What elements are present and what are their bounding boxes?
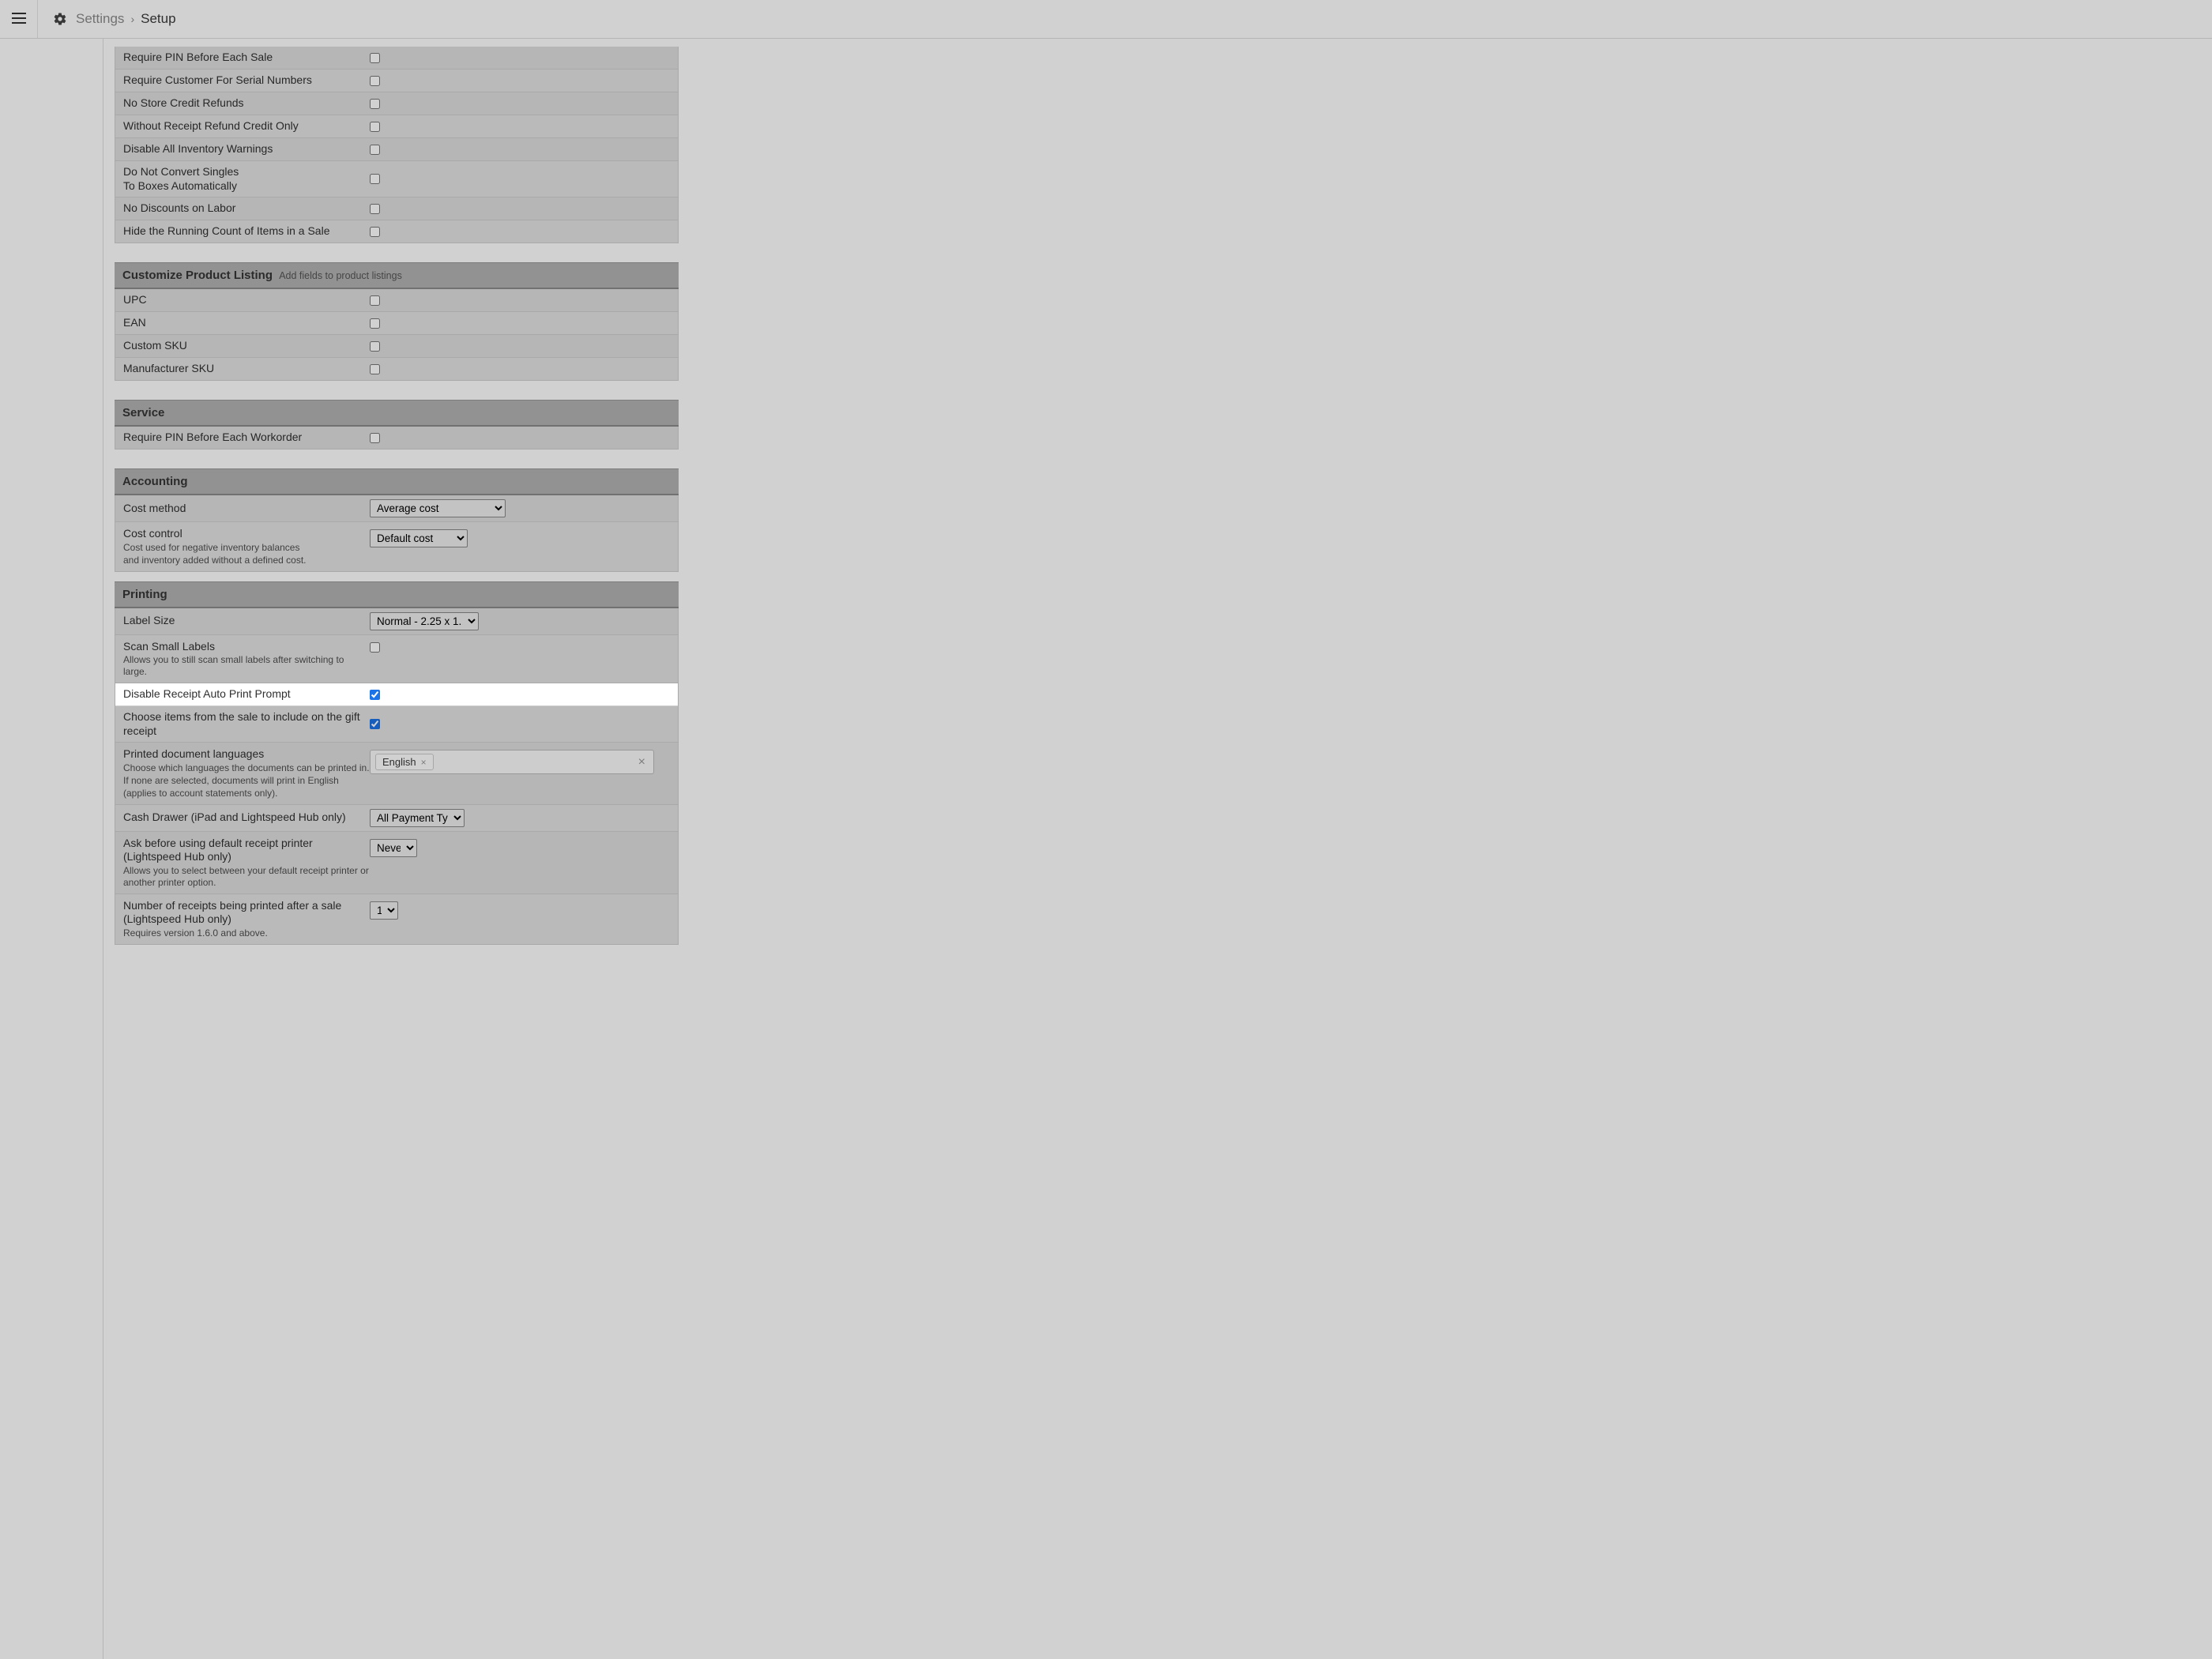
label-label-size: Label Size [123,614,370,628]
accounting-rows: Cost method Average cost Cost control Co… [115,495,679,572]
product-listing-label: EAN [123,316,370,330]
product-listing-checkbox[interactable] [370,318,380,329]
row-cost-method: Cost method Average cost [115,495,678,522]
label-cash-drawer: Cash Drawer (iPad and Lightspeed Hub onl… [123,811,370,825]
label-doc-languages: Printed document languages Choose which … [123,747,370,799]
register-label: Require PIN Before Each Sale [123,51,370,65]
register-checkbox[interactable] [370,145,380,155]
register-row: Disable All Inventory Warnings [115,138,678,161]
product-listing-row: UPC [115,289,678,312]
register-row: Without Receipt Refund Credit Only [115,115,678,138]
label-disable-auto-print: Disable Receipt Auto Print Prompt [123,687,370,702]
section-title: Service [122,406,164,419]
register-row: Do Not Convert SinglesTo Boxes Automatic… [115,161,678,198]
checkbox-disable-auto-print[interactable] [370,690,380,700]
service-rows: Require PIN Before Each Workorder [115,427,679,450]
register-row: No Discounts on Labor [115,198,678,220]
select-label-size[interactable]: Normal - 2.25 x 1.25 [370,612,479,630]
clear-all-icon[interactable]: × [638,755,649,769]
select-cost-method[interactable]: Average cost [370,499,506,517]
product-listing-row: Manufacturer SKU [115,358,678,381]
language-tag[interactable]: English × [375,754,434,770]
product-listing-checkbox[interactable] [370,341,380,352]
register-checkbox[interactable] [370,76,380,86]
register-row: Require PIN Before Each Sale [115,47,678,70]
row-disable-auto-print-prompt: Disable Receipt Auto Print Prompt [115,683,678,706]
label-ask-default-printer: Ask before using default receipt printer… [123,837,370,889]
printing-rows: Label Size Normal - 2.25 x 1.25 Scan Sma… [115,608,679,945]
row-cash-drawer: Cash Drawer (iPad and Lightspeed Hub onl… [115,805,678,832]
row-scan-small-labels: Scan Small Labels Allows you to still sc… [115,635,678,684]
register-row: Hide the Running Count of Items in a Sal… [115,220,678,243]
register-label: Without Receipt Refund Credit Only [123,119,370,134]
register-section-rows: Require PIN Before Each Sale Require Cust… [115,47,679,243]
section-accounting: Accounting [115,468,679,495]
breadcrumb-current: Setup [141,11,175,27]
label-cost-control: Cost control Cost used for negative inve… [123,527,370,566]
product-listing-rows: UPC EAN Custom SKU Manufacturer SKU [115,289,679,381]
section-subtitle: Add fields to product listings [279,270,402,281]
service-row: Require PIN Before Each Workorder [115,427,678,450]
product-listing-label: Custom SKU [123,339,370,353]
product-listing-row: Custom SKU [115,335,678,358]
product-listing-checkbox[interactable] [370,295,380,306]
register-label: Require Customer For Serial Numbers [123,73,370,88]
select-cash-drawer[interactable]: All Payment Types [370,809,465,827]
chevron-right-icon: › [130,13,134,25]
gear-icon [52,11,68,27]
register-checkbox[interactable] [370,227,380,237]
remove-tag-icon[interactable]: × [421,757,427,768]
register-row: Require Customer For Serial Numbers [115,70,678,92]
breadcrumb: Settings › Setup [76,11,176,27]
register-checkbox[interactable] [370,99,380,109]
register-label: Disable All Inventory Warnings [123,142,370,156]
section-customize-product-listing: Customize Product Listing Add fields to … [115,262,679,289]
label-gift-receipt-items: Choose items from the sale to include on… [123,710,370,738]
register-checkbox[interactable] [370,122,380,132]
menu-button[interactable] [0,0,38,38]
select-ask-default-printer[interactable]: Never [370,839,417,857]
product-listing-label: UPC [123,293,370,307]
register-label: No Store Credit Refunds [123,96,370,111]
register-checkbox[interactable] [370,53,380,63]
breadcrumb-root[interactable]: Settings [76,11,124,27]
product-listing-row: EAN [115,312,678,335]
section-printing: Printing [115,581,679,608]
row-ask-default-printer: Ask before using default receipt printer… [115,832,678,894]
register-checkbox[interactable] [370,204,380,214]
row-cost-control: Cost control Cost used for negative inve… [115,522,678,572]
product-listing-checkbox[interactable] [370,364,380,374]
section-title: Accounting [122,475,188,488]
register-label: No Discounts on Labor [123,201,370,216]
register-label: Hide the Running Count of Items in a Sal… [123,224,370,239]
service-checkbox[interactable] [370,433,380,443]
select-num-receipts[interactable]: 1 [370,901,398,920]
register-checkbox[interactable] [370,174,380,184]
label-num-receipts: Number of receipts being printed after a… [123,899,370,939]
section-title: Printing [122,588,167,601]
section-title: Customize Product Listing [122,269,273,282]
register-label: Do Not Convert SinglesTo Boxes Automatic… [123,165,370,193]
settings-form: Require PIN Before Each Sale Require Cust… [103,39,690,1659]
register-row: No Store Credit Refunds [115,92,678,115]
service-label: Require PIN Before Each Workorder [123,431,370,445]
hamburger-icon [12,13,26,26]
row-num-receipts: Number of receipts being printed after a… [115,894,678,945]
left-rail [0,39,103,1659]
checkbox-gift-receipt-items[interactable] [370,719,380,729]
label-scan-small: Scan Small Labels Allows you to still sc… [123,640,370,679]
checkbox-scan-small[interactable] [370,642,380,653]
multiselect-doc-languages[interactable]: English × × [370,750,654,774]
row-label-size: Label Size Normal - 2.25 x 1.25 [115,608,678,635]
section-service: Service [115,400,679,427]
row-gift-receipt-items: Choose items from the sale to include on… [115,706,678,743]
label-cost-method: Cost method [123,502,370,516]
topbar: Settings › Setup [0,0,2212,39]
select-cost-control[interactable]: Default cost [370,529,468,547]
row-doc-languages: Printed document languages Choose which … [115,743,678,805]
product-listing-label: Manufacturer SKU [123,362,370,376]
